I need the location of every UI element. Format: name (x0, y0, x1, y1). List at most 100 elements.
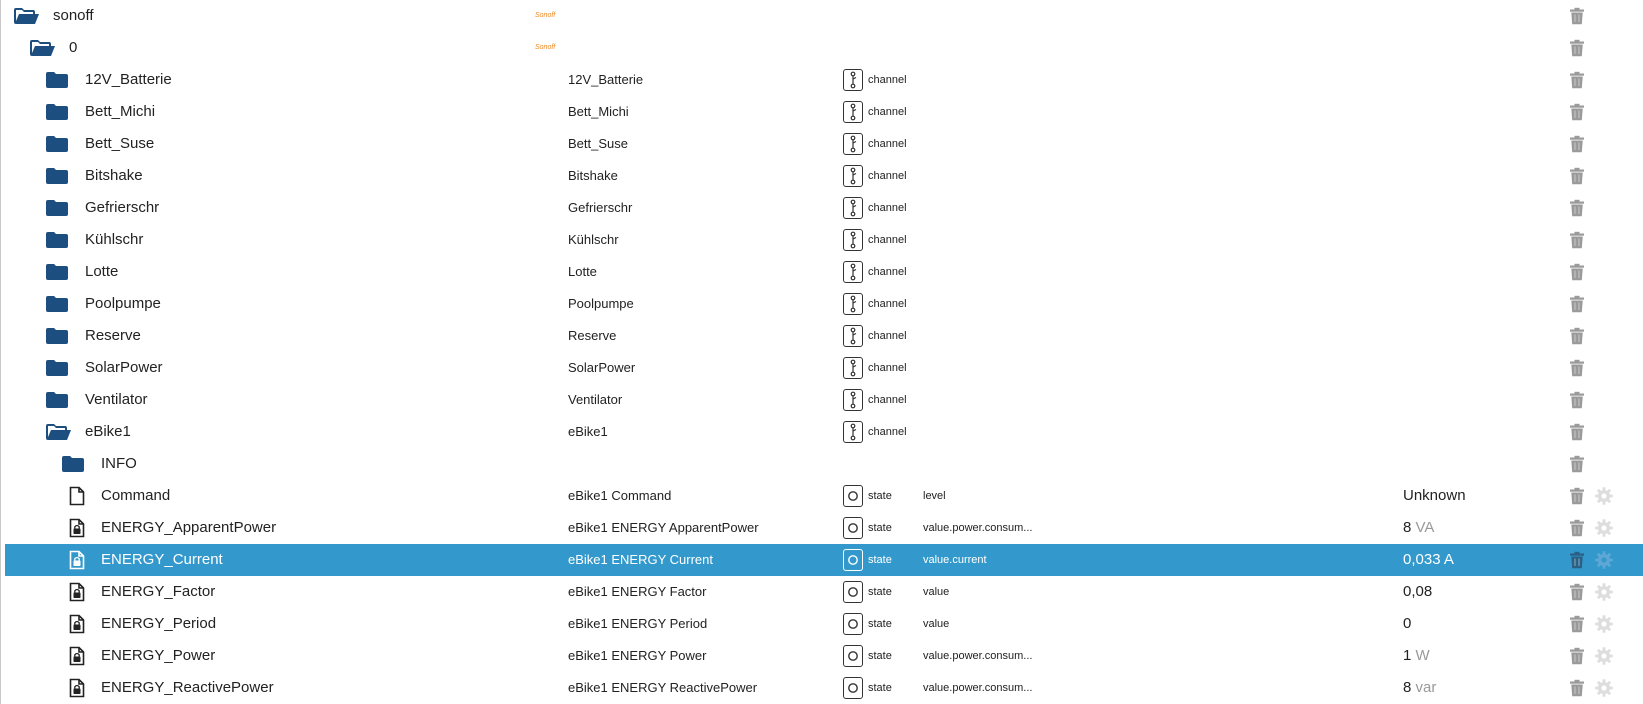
row-value[interactable]: 0,08 (1403, 576, 1553, 608)
gear-icon[interactable] (1595, 647, 1613, 665)
row-name-cell: ENERGY_Current (61, 544, 541, 576)
folder-icon (45, 359, 75, 377)
row-type-label: channel (868, 266, 907, 278)
trash-icon[interactable] (1568, 71, 1586, 89)
trash-icon[interactable] (1568, 263, 1586, 281)
row-type: state (843, 544, 923, 576)
gear-icon[interactable] (1595, 519, 1613, 537)
trash-icon[interactable] (1568, 199, 1586, 217)
row-name-cell: Gefrierschr (45, 192, 525, 224)
tree-row[interactable]: INFO (5, 448, 1643, 480)
trash-icon[interactable] (1568, 583, 1586, 601)
row-type-label: state (868, 618, 892, 630)
gear-icon[interactable] (1595, 583, 1613, 601)
folder-icon (45, 391, 75, 409)
tree-row[interactable]: ENERGY_Factor eBike1 ENERGY Factor state va… (5, 576, 1643, 608)
folder-icon (45, 135, 75, 153)
row-name: ENERGY_ApparentPower (101, 519, 277, 536)
row-name: sonoff (53, 7, 94, 24)
row-value[interactable]: 0,033 A (1403, 544, 1553, 576)
row-type-label: state (868, 586, 892, 598)
row-type-label: channel (868, 330, 907, 342)
row-name-wrap: 12V_Batterie (45, 64, 525, 96)
trash-icon[interactable] (1568, 103, 1586, 121)
row-name-wrap: Ventilator (45, 384, 525, 416)
tree-row[interactable]: ENERGY_ReactivePower eBike1 ENERGY Reacti… (5, 672, 1643, 704)
tree-row[interactable]: Bett_Suse Bett_Suse channel (5, 128, 1643, 160)
tree-row[interactable]: sonoff Sonoff (5, 0, 1643, 32)
trash-icon[interactable] (1568, 455, 1586, 473)
trash-icon[interactable] (1568, 423, 1586, 441)
tree-row[interactable]: SolarPower SolarPower channel (5, 352, 1643, 384)
row-type-label: state (868, 522, 892, 534)
trash-icon[interactable] (1568, 679, 1586, 697)
tree-row[interactable]: 12V_Batterie 12V_Batterie channel (5, 64, 1643, 96)
row-name: 12V_Batterie (85, 71, 172, 88)
trash-icon[interactable] (1568, 359, 1586, 377)
row-name-wrap: ENERGY_ReactivePower (61, 672, 541, 704)
row-type-label: channel (868, 394, 907, 406)
folder-open-icon (45, 423, 75, 441)
row-name-wrap: ENERGY_Factor (61, 576, 541, 608)
row-type: channel (843, 416, 923, 448)
trash-icon[interactable] (1568, 615, 1586, 633)
trash-icon[interactable] (1568, 487, 1586, 505)
trash-icon[interactable] (1568, 39, 1586, 57)
row-label: eBike1 ENERGY Current (568, 552, 713, 567)
gear-icon[interactable] (1595, 615, 1613, 633)
row-value[interactable]: 1 W (1403, 640, 1553, 672)
tree-row[interactable]: Kühlschr Kühlschr channel (5, 224, 1643, 256)
row-value[interactable]: 0 (1403, 608, 1553, 640)
row-label: 12V_Batterie (568, 72, 644, 87)
folder-open-icon (29, 39, 59, 57)
row-name-wrap: INFO (61, 448, 541, 480)
row-name-wrap: Gefrierschr (45, 192, 525, 224)
row-value[interactable]: Unknown (1403, 480, 1553, 512)
row-name: ENERGY_Factor (101, 583, 216, 600)
trash-icon[interactable] (1568, 135, 1586, 153)
row-name-wrap: 0 (29, 32, 509, 64)
trash-icon[interactable] (1568, 519, 1586, 537)
tree-row[interactable]: 0 Sonoff (5, 32, 1643, 64)
row-name-cell: eBike1 (45, 416, 525, 448)
object-tree: sonoff Sonoff 0 Sonoff 12V_Batterie 12V_Batte… (0, 0, 1643, 704)
row-value[interactable]: 8 VA (1403, 512, 1553, 544)
tree-row[interactable]: ENERGY_Power eBike1 ENERGY Power state valu… (5, 640, 1643, 672)
gear-icon[interactable] (1595, 679, 1613, 697)
row-name-cell: ENERGY_Factor (61, 576, 541, 608)
tree-row[interactable]: Lotte Lotte channel (5, 256, 1643, 288)
row-name: Poolpumpe (85, 295, 161, 312)
tree-row[interactable]: Bett_Michi Bett_Michi channel (5, 96, 1643, 128)
tree-row[interactable]: Reserve Reserve channel (5, 320, 1643, 352)
row-name-wrap: ENERGY_Current (61, 544, 541, 576)
gear-icon[interactable] (1595, 551, 1613, 569)
trash-icon[interactable] (1568, 647, 1586, 665)
tree-row[interactable]: Command eBike1 Command state level Unknown (5, 480, 1643, 512)
trash-icon[interactable] (1568, 391, 1586, 409)
trash-icon[interactable] (1568, 551, 1586, 569)
row-label: Kühlschr (568, 232, 619, 247)
tree-row[interactable]: Ventilator Ventilator channel (5, 384, 1643, 416)
tree-row[interactable]: eBike1 eBike1 channel (5, 416, 1643, 448)
tree-row[interactable]: Gefrierschr Gefrierschr channel (5, 192, 1643, 224)
tree-row[interactable]: ENERGY_Current eBike1 ENERGY Current state… (5, 544, 1643, 576)
trash-icon[interactable] (1568, 295, 1586, 313)
row-name: Lotte (85, 263, 119, 280)
row-value[interactable]: 8 var (1403, 672, 1553, 704)
value-unit: var (1411, 679, 1437, 696)
trash-icon[interactable] (1568, 327, 1586, 345)
channel-icon (843, 165, 863, 187)
tree-row[interactable]: ENERGY_ApparentPower eBike1 ENERGY Appare… (5, 512, 1643, 544)
row-name-cell: Kühlschr (45, 224, 525, 256)
row-name: eBike1 (85, 423, 131, 440)
tree-row[interactable]: Bitshake Bitshake channel (5, 160, 1643, 192)
trash-icon[interactable] (1568, 231, 1586, 249)
row-name-cell: Bett_Michi (45, 96, 525, 128)
trash-icon[interactable] (1568, 167, 1586, 185)
tree-row[interactable]: ENERGY_Period eBike1 ENERGY Period state va… (5, 608, 1643, 640)
row-label: Gefrierschr (568, 200, 633, 215)
gear-icon[interactable] (1595, 487, 1613, 505)
row-role: value (923, 618, 950, 630)
tree-row[interactable]: Poolpumpe Poolpumpe channel (5, 288, 1643, 320)
trash-icon[interactable] (1568, 7, 1586, 25)
